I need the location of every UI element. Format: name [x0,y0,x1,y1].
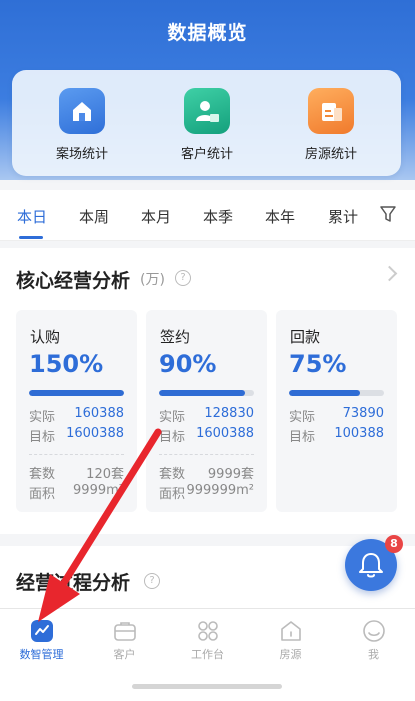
annotation-arrow [38,428,162,622]
